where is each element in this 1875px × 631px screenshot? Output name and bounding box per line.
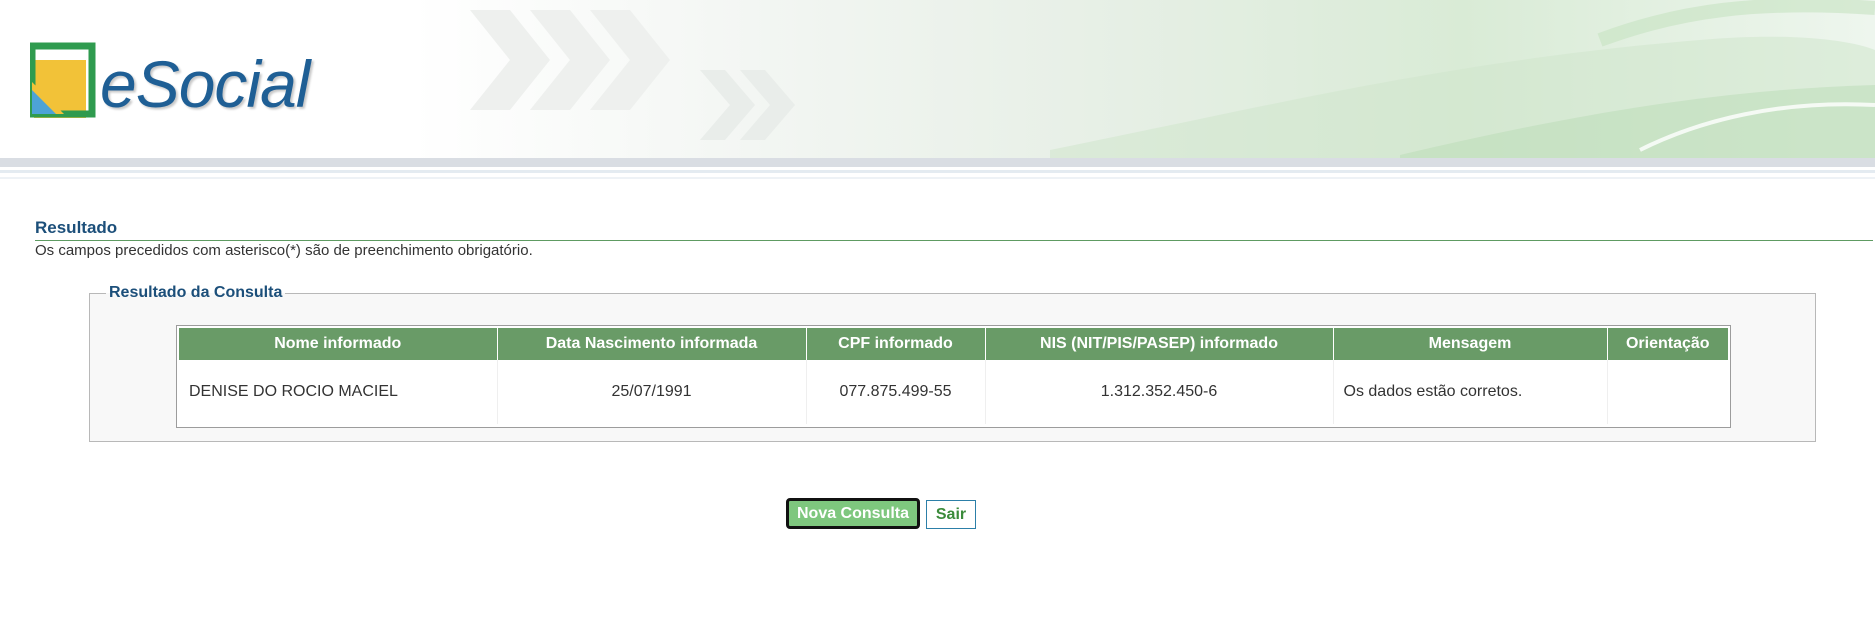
column-header-nis: NIS (NIT/PIS/PASEP) informado xyxy=(984,328,1333,360)
sair-button[interactable]: Sair xyxy=(926,500,976,529)
cell-data-nascimento: 25/07/1991 xyxy=(496,360,806,424)
cell-orientacao xyxy=(1606,360,1728,424)
document-icon xyxy=(30,42,96,118)
cell-cpf: 077.875.499-55 xyxy=(805,360,985,424)
table-header-row: Nome informado Data Nascimento informada… xyxy=(179,328,1728,360)
cell-nome: DENISE DO ROCIO MACIEL xyxy=(179,360,497,424)
esocial-logo: eSocial xyxy=(30,42,330,122)
column-header-mensagem: Mensagem xyxy=(1332,328,1607,360)
column-header-data-nascimento: Data Nascimento informada xyxy=(496,328,806,360)
result-legend: Resultado da Consulta xyxy=(109,284,283,301)
header-banner: eSocial xyxy=(0,0,1875,158)
column-header-nome: Nome informado xyxy=(179,328,497,360)
divider-bar-3 xyxy=(0,177,1875,179)
divider-bar xyxy=(0,158,1875,167)
logo-text: eSocial xyxy=(100,47,310,121)
result-table: Nome informado Data Nascimento informada… xyxy=(179,328,1728,424)
nova-consulta-button[interactable]: Nova Consulta xyxy=(786,498,920,529)
title-divider xyxy=(35,240,1873,241)
column-header-orientacao: Orientação xyxy=(1606,328,1728,360)
result-table-container: Nome informado Data Nascimento informada… xyxy=(176,325,1731,428)
cell-nis: 1.312.352.450-6 xyxy=(984,360,1333,424)
cell-mensagem: Os dados estão corretos. xyxy=(1332,360,1607,424)
required-fields-hint: Os campos precedidos com asterisco(*) sã… xyxy=(35,242,533,259)
divider-bar-2 xyxy=(0,170,1875,173)
table-row: DENISE DO ROCIO MACIEL 25/07/1991 077.87… xyxy=(179,360,1728,424)
page-title: Resultado xyxy=(35,218,118,237)
column-header-cpf: CPF informado xyxy=(805,328,985,360)
